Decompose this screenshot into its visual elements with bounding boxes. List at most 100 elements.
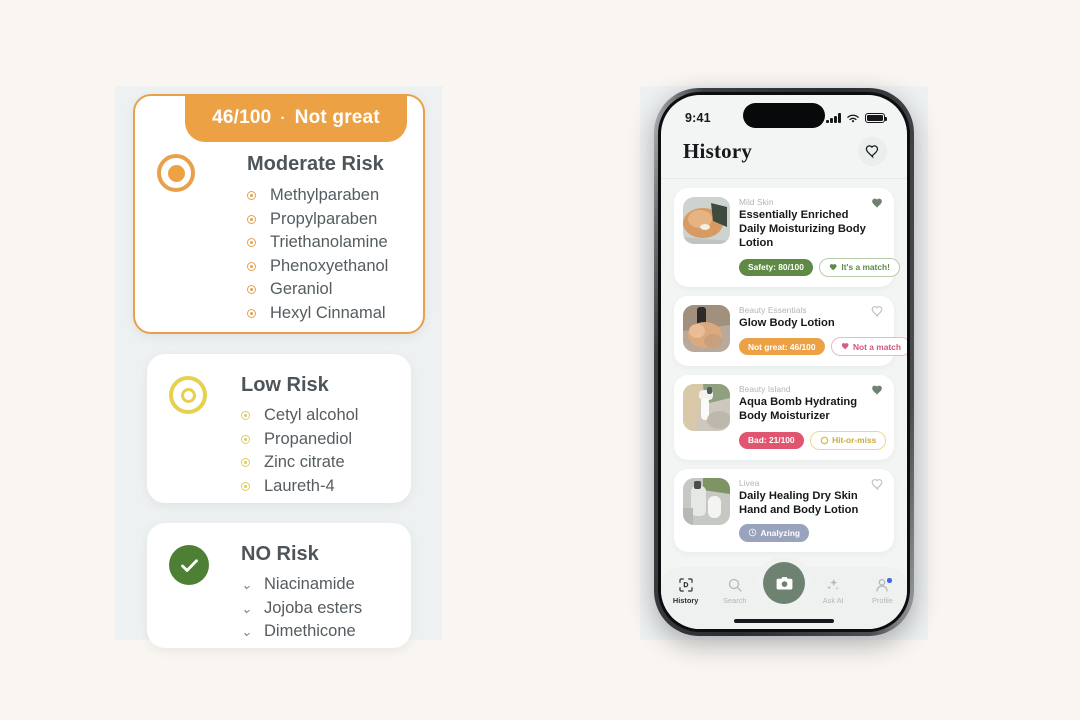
ingredient-label: Propanediol: [264, 429, 353, 448]
camera-icon: [776, 576, 792, 589]
score-banner: 46/100 · Not great: [185, 96, 407, 142]
home-indicator: [734, 619, 834, 623]
ingredient-item[interactable]: Propylparaben: [247, 208, 388, 232]
tab-profile[interactable]: Profile: [858, 576, 907, 605]
ingredient-item[interactable]: Geraniol: [247, 278, 388, 302]
favorite-toggle[interactable]: [871, 478, 884, 491]
heart-filled-icon: [829, 263, 837, 271]
search-icon: [727, 576, 743, 593]
risk-card-no[interactable]: NO Risk ⌄ Niacinamide ⌄ Jojoba esters ⌄ …: [147, 523, 411, 648]
person-icon: [874, 576, 892, 593]
signal-bars-icon: [826, 113, 841, 123]
status-badge-analyzing[interactable]: Analyzing: [739, 524, 810, 542]
bullet-ring-icon: [241, 406, 259, 425]
favorite-toggle[interactable]: [871, 305, 884, 318]
ingredient-item[interactable]: Methylparaben: [247, 184, 388, 208]
tab-label: Search: [723, 596, 747, 605]
chevron-down-icon: ⌄: [241, 624, 252, 640]
product-badges: Bad: 21/100 Hit-or-miss: [739, 430, 887, 450]
moderate-risk-icon: [157, 154, 195, 192]
low-risk-icon: [169, 376, 207, 414]
ingredient-label: Phenoxyethanol: [270, 256, 389, 275]
chevron-down-icon: ⌄: [241, 600, 252, 616]
bullet-ring-icon: [241, 477, 259, 496]
status-clock: 9:41: [685, 111, 711, 125]
ingredient-item[interactable]: Zinc citrate: [241, 451, 358, 475]
ingredient-label: Zinc citrate: [264, 453, 345, 472]
wifi-icon: [847, 114, 859, 122]
dynamic-island: [743, 103, 825, 128]
risk-card-moderate[interactable]: 46/100 · Not great Moderate Risk Methylp…: [133, 94, 425, 334]
ingredient-item[interactable]: Hexyl Cinnamal: [247, 302, 388, 326]
heart-outline-icon: [871, 478, 883, 491]
app-header: History: [661, 133, 907, 179]
badge-label: Hit-or-miss: [832, 435, 877, 446]
ingredient-label: Methylparaben: [270, 186, 380, 205]
ingredient-label: Dimethicone: [264, 622, 356, 641]
product-card[interactable]: Beauty Island Aqua Bomb Hydrating Body M…: [674, 375, 894, 460]
status-badge-score[interactable]: Safety: 80/100: [739, 258, 813, 276]
favorite-toggle[interactable]: [871, 384, 884, 397]
product-info: Beauty Essentials Glow Body Lotion Not g…: [739, 304, 907, 357]
bullet-ring-icon: [247, 280, 265, 299]
product-brand: Mild Skin: [739, 197, 774, 207]
ingredient-label: Propylparaben: [270, 209, 378, 228]
product-badges: Safety: 80/100 It's a match!: [739, 257, 900, 277]
badge-label: Not a match: [853, 341, 901, 352]
status-badge-match[interactable]: Not a match: [830, 337, 907, 357]
product-name: Essentially Enriched Daily Moisturizing …: [739, 209, 866, 250]
risk-card-low[interactable]: Low Risk Cetyl alcohol Propanediol Zinc …: [147, 354, 411, 503]
ingredient-item[interactable]: ⌄ Niacinamide: [241, 573, 362, 597]
product-badges: Analyzing: [739, 524, 884, 542]
ingredient-item[interactable]: Laureth-4: [241, 475, 358, 499]
status-badge-match[interactable]: It's a match!: [818, 257, 900, 277]
notification-dot-icon: [887, 578, 892, 583]
screenshot-stage: 46/100 · Not great Moderate Risk Methylp…: [0, 0, 1080, 720]
ingredient-label: Laureth-4: [264, 476, 335, 495]
status-badge-score[interactable]: Bad: 21/100: [739, 431, 804, 449]
ingredient-label: Jojoba esters: [264, 598, 363, 617]
phone-mockup: 9:41 History Mild Skin Essentially Enric…: [654, 88, 914, 636]
product-thumbnail: [683, 304, 730, 352]
product-thumbnail: [683, 197, 730, 244]
product-card[interactable]: Mild Skin Essentially Enriched Daily Moi…: [674, 188, 900, 287]
heart-filled-icon: [872, 198, 882, 208]
ring-icon: [820, 436, 828, 445]
status-bar: 9:41: [661, 95, 907, 133]
product-brand: Beauty Essentials: [739, 304, 807, 315]
product-name: Aqua Bomb Hydrating Body Moisturizer: [739, 396, 858, 423]
phone-bezel: 9:41 History Mild Skin Essentially Enric…: [658, 92, 910, 632]
clock-icon: [748, 529, 757, 537]
ingredient-item[interactable]: Propanediol: [241, 428, 358, 452]
product-card[interactable]: Beauty Essentials Glow Body Lotion Not g…: [674, 295, 907, 367]
tab-search[interactable]: Search: [710, 576, 759, 605]
ingredient-item[interactable]: Cetyl alcohol: [241, 404, 358, 428]
ingredient-item[interactable]: Triethanolamine: [247, 231, 388, 255]
ingredient-label: Niacinamide: [264, 575, 355, 594]
tab-history[interactable]: History: [661, 576, 710, 605]
score-value: 46/100: [212, 107, 272, 128]
product-name: Daily Healing Dry Skin Hand and Body Lot…: [739, 489, 859, 517]
tab-label: Ask AI: [822, 596, 844, 605]
product-card[interactable]: Livea Daily Healing Dry Skin Hand and Bo…: [674, 468, 894, 552]
camera-button[interactable]: [763, 562, 805, 604]
status-badge-match[interactable]: Hit-or-miss: [809, 430, 887, 450]
product-info: Beauty Island Aqua Bomb Hydrating Body M…: [739, 384, 887, 450]
score-verdict: Not great: [294, 107, 380, 128]
product-name: Glow Body Lotion: [739, 316, 835, 329]
favorites-button[interactable]: [858, 137, 887, 166]
ingredient-analysis-panel: 46/100 · Not great Moderate Risk Methylp…: [115, 86, 442, 648]
score-separator: ·: [280, 109, 286, 127]
badge-label: Bad: 21/100: [748, 435, 795, 446]
tab-ask-ai[interactable]: Ask AI: [809, 576, 858, 605]
ingredient-item[interactable]: Phenoxyethanol: [247, 255, 388, 279]
badge-label: It's a match!: [841, 262, 890, 273]
status-badge-score[interactable]: Not great: 46/100: [739, 338, 825, 356]
sparkles-icon: [825, 576, 841, 593]
no-risk-icon: [169, 545, 209, 585]
favorite-toggle[interactable]: [871, 197, 884, 210]
check-circle-icon: [169, 545, 209, 585]
product-info: Livea Daily Healing Dry Skin Hand and Bo…: [739, 478, 884, 542]
ingredient-item[interactable]: ⌄ Dimethicone: [241, 620, 362, 644]
ingredient-item[interactable]: ⌄ Jojoba esters: [241, 597, 362, 621]
